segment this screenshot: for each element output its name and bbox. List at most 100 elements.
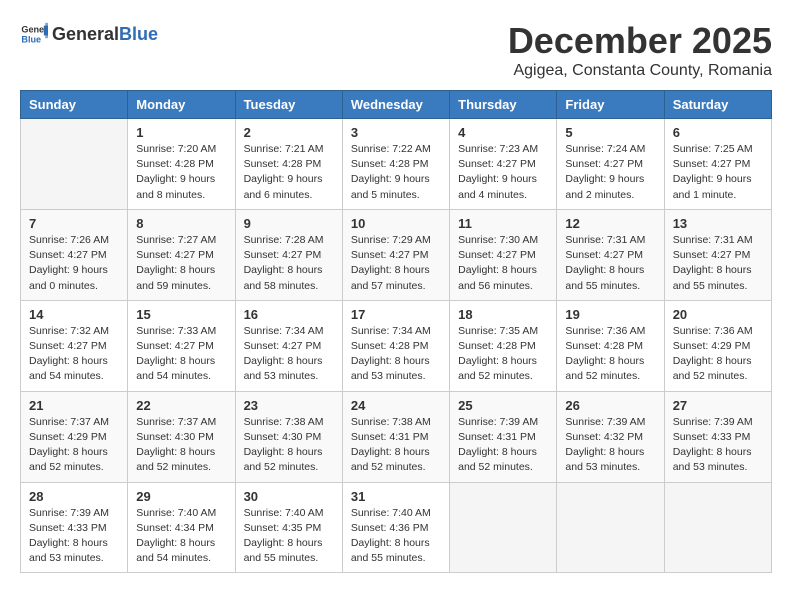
calendar-table: SundayMondayTuesdayWednesdayThursdayFrid…	[20, 90, 772, 573]
day-info: Sunrise: 7:36 AM Sunset: 4:28 PM Dayligh…	[565, 324, 655, 385]
calendar-cell: 31 Sunrise: 7:40 AM Sunset: 4:36 PM Dayli…	[342, 482, 449, 573]
logo-icon: General Blue	[20, 20, 48, 48]
logo-text-blue: Blue	[119, 24, 158, 45]
day-number: 9	[244, 216, 334, 231]
day-info: Sunrise: 7:37 AM Sunset: 4:29 PM Dayligh…	[29, 415, 119, 476]
day-number: 10	[351, 216, 441, 231]
day-number: 3	[351, 125, 441, 140]
day-number: 15	[136, 307, 226, 322]
calendar-cell: 22 Sunrise: 7:37 AM Sunset: 4:30 PM Dayli…	[128, 391, 235, 482]
day-info: Sunrise: 7:40 AM Sunset: 4:34 PM Dayligh…	[136, 506, 226, 567]
day-info: Sunrise: 7:27 AM Sunset: 4:27 PM Dayligh…	[136, 233, 226, 294]
day-number: 19	[565, 307, 655, 322]
calendar-cell: 21 Sunrise: 7:37 AM Sunset: 4:29 PM Dayli…	[21, 391, 128, 482]
day-number: 24	[351, 398, 441, 413]
day-info: Sunrise: 7:29 AM Sunset: 4:27 PM Dayligh…	[351, 233, 441, 294]
header: General Blue GeneralBlue December 2025 A…	[20, 20, 772, 80]
calendar-cell	[664, 482, 771, 573]
weekday-header-thursday: Thursday	[450, 91, 557, 119]
day-info: Sunrise: 7:38 AM Sunset: 4:31 PM Dayligh…	[351, 415, 441, 476]
day-info: Sunrise: 7:34 AM Sunset: 4:27 PM Dayligh…	[244, 324, 334, 385]
day-info: Sunrise: 7:38 AM Sunset: 4:30 PM Dayligh…	[244, 415, 334, 476]
weekday-header-friday: Friday	[557, 91, 664, 119]
calendar-cell: 24 Sunrise: 7:38 AM Sunset: 4:31 PM Dayli…	[342, 391, 449, 482]
day-number: 8	[136, 216, 226, 231]
weekday-header-monday: Monday	[128, 91, 235, 119]
day-number: 31	[351, 489, 441, 504]
calendar-cell: 29Sunrise: 7:40 AM Sunset: 4:34 PM Dayli…	[128, 482, 235, 573]
day-number: 26	[565, 398, 655, 413]
month-title: December 2025	[508, 20, 772, 62]
calendar-cell: 19 Sunrise: 7:36 AM Sunset: 4:28 PM Dayli…	[557, 300, 664, 391]
calendar-cell: 7 Sunrise: 7:26 AM Sunset: 4:27 PM Daylig…	[21, 209, 128, 300]
day-number: 12	[565, 216, 655, 231]
calendar-week-row: 1 Sunrise: 7:20 AM Sunset: 4:28 PM Daylig…	[21, 119, 772, 210]
day-number: 30	[244, 489, 334, 504]
day-number: 1	[136, 125, 226, 140]
calendar-cell: 12 Sunrise: 7:31 AM Sunset: 4:27 PM Dayli…	[557, 209, 664, 300]
day-info: Sunrise: 7:40 AM Sunset: 4:36 PM Dayligh…	[351, 506, 441, 567]
day-info: Sunrise: 7:31 AM Sunset: 4:27 PM Dayligh…	[673, 233, 763, 294]
day-info: Sunrise: 7:31 AM Sunset: 4:27 PM Dayligh…	[565, 233, 655, 294]
day-info: Sunrise: 7:30 AM Sunset: 4:27 PM Dayligh…	[458, 233, 548, 294]
calendar-cell: 2 Sunrise: 7:21 AM Sunset: 4:28 PM Daylig…	[235, 119, 342, 210]
day-number: 14	[29, 307, 119, 322]
day-info: Sunrise: 7:21 AM Sunset: 4:28 PM Dayligh…	[244, 142, 334, 203]
day-number: 18	[458, 307, 548, 322]
calendar-week-row: 28Sunrise: 7:39 AM Sunset: 4:33 PM Dayli…	[21, 482, 772, 573]
calendar-cell: 15 Sunrise: 7:33 AM Sunset: 4:27 PM Dayli…	[128, 300, 235, 391]
day-info: Sunrise: 7:39 AM Sunset: 4:32 PM Dayligh…	[565, 415, 655, 476]
calendar-cell	[450, 482, 557, 573]
day-info: Sunrise: 7:25 AM Sunset: 4:27 PM Dayligh…	[673, 142, 763, 203]
calendar-cell: 16 Sunrise: 7:34 AM Sunset: 4:27 PM Dayli…	[235, 300, 342, 391]
day-info: Sunrise: 7:33 AM Sunset: 4:27 PM Dayligh…	[136, 324, 226, 385]
day-number: 7	[29, 216, 119, 231]
calendar-cell: 5 Sunrise: 7:24 AM Sunset: 4:27 PM Daylig…	[557, 119, 664, 210]
day-info: Sunrise: 7:34 AM Sunset: 4:28 PM Dayligh…	[351, 324, 441, 385]
day-number: 20	[673, 307, 763, 322]
day-info: Sunrise: 7:26 AM Sunset: 4:27 PM Dayligh…	[29, 233, 119, 294]
day-number: 27	[673, 398, 763, 413]
calendar-cell: 17 Sunrise: 7:34 AM Sunset: 4:28 PM Dayli…	[342, 300, 449, 391]
day-number: 5	[565, 125, 655, 140]
weekday-header-wednesday: Wednesday	[342, 91, 449, 119]
calendar-cell: 3Sunrise: 7:22 AM Sunset: 4:28 PM Daylig…	[342, 119, 449, 210]
location-title: Agigea, Constanta County, Romania	[508, 62, 772, 80]
day-number: 25	[458, 398, 548, 413]
day-info: Sunrise: 7:20 AM Sunset: 4:28 PM Dayligh…	[136, 142, 226, 203]
calendar-cell: 4Sunrise: 7:23 AM Sunset: 4:27 PM Daylig…	[450, 119, 557, 210]
day-info: Sunrise: 7:28 AM Sunset: 4:27 PM Dayligh…	[244, 233, 334, 294]
calendar-cell: 9 Sunrise: 7:28 AM Sunset: 4:27 PM Daylig…	[235, 209, 342, 300]
calendar-cell: 8 Sunrise: 7:27 AM Sunset: 4:27 PM Daylig…	[128, 209, 235, 300]
day-info: Sunrise: 7:24 AM Sunset: 4:27 PM Dayligh…	[565, 142, 655, 203]
day-number: 17	[351, 307, 441, 322]
day-number: 16	[244, 307, 334, 322]
day-info: Sunrise: 7:39 AM Sunset: 4:33 PM Dayligh…	[673, 415, 763, 476]
day-number: 11	[458, 216, 548, 231]
calendar-cell: 28Sunrise: 7:39 AM Sunset: 4:33 PM Dayli…	[21, 482, 128, 573]
calendar-cell: 11 Sunrise: 7:30 AM Sunset: 4:27 PM Dayli…	[450, 209, 557, 300]
day-number: 22	[136, 398, 226, 413]
calendar-cell: 1 Sunrise: 7:20 AM Sunset: 4:28 PM Daylig…	[128, 119, 235, 210]
calendar-cell: 13Sunrise: 7:31 AM Sunset: 4:27 PM Dayli…	[664, 209, 771, 300]
day-number: 28	[29, 489, 119, 504]
day-number: 2	[244, 125, 334, 140]
calendar-cell: 23Sunrise: 7:38 AM Sunset: 4:30 PM Dayli…	[235, 391, 342, 482]
weekday-header-row: SundayMondayTuesdayWednesdayThursdayFrid…	[21, 91, 772, 119]
day-info: Sunrise: 7:40 AM Sunset: 4:35 PM Dayligh…	[244, 506, 334, 567]
logo-text-general: General	[52, 24, 119, 45]
calendar-cell: 14Sunrise: 7:32 AM Sunset: 4:27 PM Dayli…	[21, 300, 128, 391]
logo: General Blue GeneralBlue	[20, 20, 158, 48]
calendar-cell: 6 Sunrise: 7:25 AM Sunset: 4:27 PM Daylig…	[664, 119, 771, 210]
day-info: Sunrise: 7:37 AM Sunset: 4:30 PM Dayligh…	[136, 415, 226, 476]
day-number: 6	[673, 125, 763, 140]
calendar-cell: 25Sunrise: 7:39 AM Sunset: 4:31 PM Dayli…	[450, 391, 557, 482]
weekday-header-tuesday: Tuesday	[235, 91, 342, 119]
calendar-week-row: 14Sunrise: 7:32 AM Sunset: 4:27 PM Dayli…	[21, 300, 772, 391]
calendar-cell: 20Sunrise: 7:36 AM Sunset: 4:29 PM Dayli…	[664, 300, 771, 391]
calendar-cell: 26 Sunrise: 7:39 AM Sunset: 4:32 PM Dayli…	[557, 391, 664, 482]
title-area: December 2025 Agigea, Constanta County, …	[508, 20, 772, 80]
calendar-cell: 18Sunrise: 7:35 AM Sunset: 4:28 PM Dayli…	[450, 300, 557, 391]
day-number: 21	[29, 398, 119, 413]
calendar-cell: 10 Sunrise: 7:29 AM Sunset: 4:27 PM Dayli…	[342, 209, 449, 300]
